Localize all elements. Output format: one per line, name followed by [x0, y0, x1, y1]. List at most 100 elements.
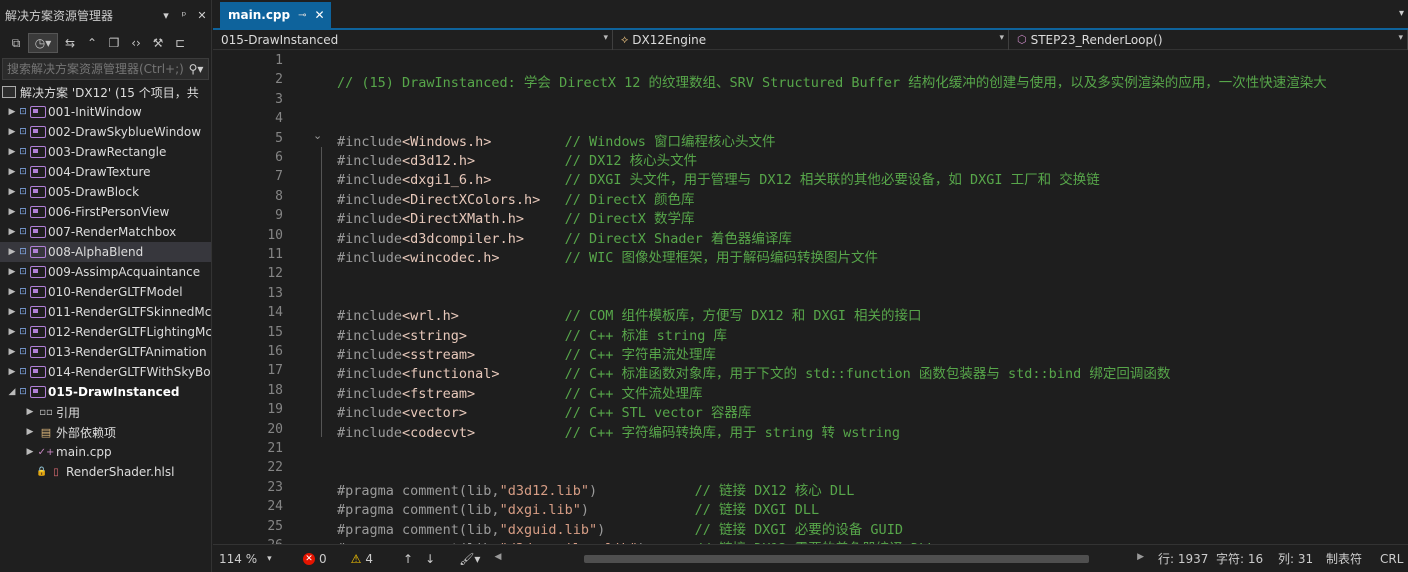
tree-item-label: 外部依赖项 [56, 425, 117, 440]
scroll-right-icon[interactable]: ▶ [1137, 552, 1144, 562]
tree-project-item[interactable]: ▶ ⊡ 009-AssimpAcquaintance [0, 262, 211, 282]
tree-project-item[interactable]: ▶ ⊡ 014-RenderGLTFWithSkyBo: [0, 362, 211, 382]
tree-project-item[interactable]: ▶ ⊡ 002-DrawSkyblueWindow [0, 122, 211, 142]
pin-icon[interactable]: ᵖ [175, 9, 193, 22]
tree-item-external-deps[interactable]: ▶ ▤ 外部依赖项 [0, 422, 211, 442]
search-icon[interactable]: ⚲▾ [184, 62, 208, 76]
expand-arrow-icon[interactable]: ▶ [6, 147, 18, 157]
chevron-down-icon[interactable]: ▾ [999, 33, 1004, 43]
expand-arrow-icon[interactable]: ▶ [6, 207, 18, 217]
next-issue-button[interactable]: ↓ [419, 545, 441, 572]
pending-changes-filter-icon[interactable]: ◷▾ [28, 33, 58, 53]
tree-project-item[interactable]: ▶ ⊡ 010-RenderGLTFModel [0, 282, 211, 302]
chevron-down-icon[interactable]: ▾ [1398, 33, 1403, 43]
sync-icon[interactable]: ⇆ [60, 33, 80, 53]
char-number[interactable]: 字符: 16 [1210, 545, 1272, 572]
code-line: #pragma comment(lib,"d3dcompiler.lib") /… [337, 537, 935, 544]
expand-arrow-icon[interactable]: ▶ [6, 267, 18, 277]
tree-project-item[interactable]: ▶ ⊡ 003-DrawRectangle [0, 142, 211, 162]
expand-arrow-icon[interactable]: ▶ [6, 367, 18, 377]
tree-project-item[interactable]: ▶ ⊡ 013-RenderGLTFAnimation [0, 342, 211, 362]
warning-count[interactable]: ⚠ 4 [345, 545, 379, 572]
error-count[interactable]: ✕ 0 [297, 545, 333, 572]
show-all-files-icon[interactable]: ❐ [104, 33, 124, 53]
code-string: "d3d12.lib" [499, 482, 589, 499]
solution-search-box[interactable]: ⚲▾ [2, 58, 209, 80]
lock-icon: ⊡ [19, 267, 27, 277]
tab-overflow-chevron-icon[interactable]: ▾ [1399, 8, 1404, 19]
code-string: "dxgi.lib" [499, 502, 581, 519]
column-number[interactable]: 列: 31 [1272, 545, 1320, 572]
tree-project-item[interactable]: ▶ ⊡ 001-InitWindow [0, 102, 211, 122]
previous-issue-button[interactable]: ↑ [397, 545, 419, 572]
collapse-all-icon[interactable]: ⌃ [82, 33, 102, 53]
code-line: #include<wrl.h> // COM 组件模板库，方便写 DX12 和 … [337, 304, 922, 324]
zoom-dropdown[interactable]: 114 % ▾ [213, 545, 281, 572]
solution-search-input[interactable] [7, 62, 184, 76]
line-ending[interactable]: CRL [1374, 545, 1408, 572]
line-number: 5 [275, 130, 283, 146]
line-number[interactable]: 行: 1937 [1152, 545, 1210, 572]
pin-tab-icon[interactable]: ⊸ [298, 10, 306, 21]
code-directive: #include [337, 191, 403, 208]
lock-icon: ⊡ [19, 327, 27, 337]
project-icon [30, 286, 46, 298]
collapse-arrow-icon[interactable]: ◢ [6, 387, 18, 397]
tree-project-item[interactable]: ▶ ⊡ 008-AlphaBlend [0, 242, 211, 262]
code-padding [524, 211, 565, 227]
expand-arrow-icon[interactable]: ▶ [6, 347, 18, 357]
horizontal-scrollbar[interactable]: ◀ ▶ [494, 552, 1144, 564]
code-padding [597, 483, 695, 499]
chevron-down-icon[interactable]: ▾ [267, 554, 272, 564]
code-punct: ) [588, 482, 598, 499]
scope-dropdown[interactable]: ⟡ DX12Engine ▾ [613, 29, 1009, 50]
code-comment: // C++ 字符编码转换库，用于 string 转 wstring [564, 424, 901, 441]
tree-item-references[interactable]: ▶ ▫▫ 引用 [0, 402, 211, 422]
tree-project-item[interactable]: ▶ ⊡ 012-RenderGLTFLightingMc [0, 322, 211, 342]
close-icon[interactable]: ✕ [193, 9, 211, 22]
tree-project-item[interactable]: ▶ ⊡ 011-RenderGLTFSkinnedMc [0, 302, 211, 322]
tree-item-main-cpp[interactable]: ▶ ✓+ main.cpp [0, 442, 211, 462]
tree-project-item[interactable]: ◢ ⊡ 015-DrawInstanced [0, 382, 211, 402]
tab-main-cpp[interactable]: main.cpp ⊸ ✕ [220, 2, 331, 28]
tree-project-item[interactable]: ▶ ⊡ 004-DrawTexture [0, 162, 211, 182]
code-editor[interactable]: ⌄ 1 2// (15) DrawInstanced: 学会 DirectX 12… [213, 51, 1408, 544]
switch-views-icon[interactable]: ⧉ [6, 33, 26, 53]
fold-chevron-icon[interactable]: ⌄ [313, 129, 322, 142]
member-dropdown[interactable]: ⬡ STEP23_RenderLoop() ▾ [1009, 29, 1408, 50]
tree-project-item[interactable]: ▶ ⊡ 006-FirstPersonView [0, 202, 211, 222]
expand-arrow-icon[interactable]: ▶ [6, 307, 18, 317]
expand-arrow-icon[interactable]: ▶ [24, 447, 36, 457]
tree-project-item[interactable]: ▶ ⊡ 005-DrawBlock [0, 182, 211, 202]
code-view-icon[interactable]: ‹› [126, 33, 146, 53]
code-padding [491, 134, 564, 150]
expand-arrow-icon[interactable]: ▶ [6, 287, 18, 297]
tree-item-label: 003-DrawRectangle [48, 145, 167, 159]
expand-arrow-icon[interactable]: ▶ [24, 427, 36, 437]
indent-mode[interactable]: 制表符 [1320, 545, 1374, 572]
expand-arrow-icon[interactable]: ▶ [6, 247, 18, 257]
tree-item-rendershader[interactable]: 🔒 ▯ RenderShader.hlsl [0, 462, 211, 482]
scroll-left-icon[interactable]: ◀ [494, 552, 501, 562]
scrollbar-thumb[interactable] [584, 554, 1090, 563]
project-dropdown[interactable]: 015-DrawInstanced ▾ [213, 29, 613, 50]
expand-arrow-icon[interactable]: ▶ [24, 407, 36, 417]
tree-solution-root[interactable]: 解决方案 'DX12' (15 个项目，共 [0, 82, 211, 102]
solution-icon [2, 86, 16, 98]
tree-item-label: 014-RenderGLTFWithSkyBo: [48, 365, 211, 379]
code-header: <codecvt> [402, 424, 476, 441]
code-cleanup-button[interactable]: 🖌▾ [453, 545, 486, 572]
window-position-chevron-icon[interactable]: ▾ [157, 9, 175, 22]
expand-arrow-icon[interactable]: ▶ [6, 187, 18, 197]
expand-arrow-icon[interactable]: ▶ [6, 107, 18, 117]
close-tab-icon[interactable]: ✕ [315, 8, 325, 22]
expand-arrow-icon[interactable]: ▶ [6, 327, 18, 337]
expand-arrow-icon[interactable]: ▶ [6, 227, 18, 237]
preview-icon[interactable]: ⊏ [170, 33, 190, 53]
expand-arrow-icon[interactable]: ▶ [6, 167, 18, 177]
tree-project-item[interactable]: ▶ ⊡ 007-RenderMatchbox [0, 222, 211, 242]
properties-wrench-icon[interactable]: ⚒ [148, 33, 168, 53]
line-number: 25 [267, 518, 283, 534]
chevron-down-icon[interactable]: ▾ [603, 33, 608, 43]
expand-arrow-icon[interactable]: ▶ [6, 127, 18, 137]
